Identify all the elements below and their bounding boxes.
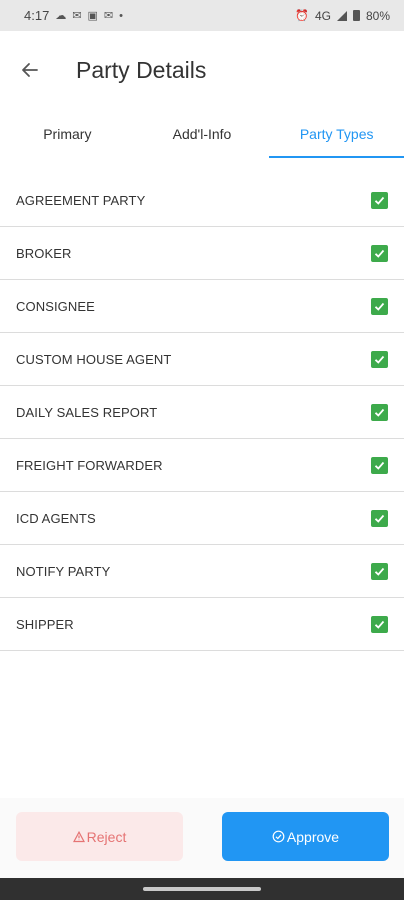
- reject-label: Reject: [86, 828, 127, 845]
- list-item[interactable]: SHIPPER: [0, 598, 404, 651]
- action-bar: Reject Approve: [0, 798, 404, 878]
- list-item[interactable]: FREIGHT FORWARDER: [0, 439, 404, 492]
- dot-icon: •: [119, 9, 124, 22]
- checkbox[interactable]: [371, 403, 388, 421]
- mail-icon: ✉: [103, 10, 114, 22]
- checkmark-icon: [374, 620, 385, 629]
- battery-level: 80%: [365, 8, 390, 23]
- list-item-label: ICD AGENTS: [16, 510, 96, 526]
- notification-icon: ☁: [55, 10, 67, 22]
- checkmark-icon: [374, 461, 385, 470]
- list-item-label: CUSTOM HOUSE AGENT: [16, 351, 172, 367]
- checkmark-icon: [374, 567, 385, 576]
- list-item-label: CONSIGNEE: [16, 298, 95, 314]
- list-item[interactable]: CONSIGNEE: [0, 280, 404, 333]
- checkmark-icon: [374, 514, 385, 523]
- warning-icon: [72, 830, 85, 843]
- list-item[interactable]: BROKER: [0, 227, 404, 280]
- checkbox[interactable]: [371, 456, 388, 474]
- checkmark-icon: [374, 408, 385, 417]
- reject-button[interactable]: Reject: [16, 812, 183, 861]
- status-right: ⏰ 4G 80%: [295, 9, 390, 23]
- network-label: 4G: [314, 8, 331, 23]
- home-indicator[interactable]: [143, 887, 261, 891]
- tab-bar: Primary Add'l-Info Party Types: [0, 109, 404, 158]
- battery-icon: [352, 10, 360, 21]
- app-header: Party Details: [0, 31, 404, 109]
- back-button[interactable]: [18, 58, 42, 82]
- checkbox[interactable]: [371, 191, 388, 209]
- signal-icon: [336, 10, 347, 21]
- page-title: Party Details: [76, 56, 207, 83]
- list-item-label: DAILY SALES REPORT: [16, 404, 158, 420]
- list-item[interactable]: NOTIFY PARTY: [0, 545, 404, 598]
- tab-addl-info[interactable]: Add'l-Info: [135, 109, 270, 158]
- checkbox[interactable]: [371, 562, 388, 580]
- list-item-label: NOTIFY PARTY: [16, 563, 111, 579]
- party-types-list: AGREEMENT PARTY BROKER CONSIGNEE CUSTOM …: [0, 174, 404, 651]
- check-circle-icon: [272, 830, 285, 843]
- list-item-label: SHIPPER: [16, 616, 74, 632]
- tab-primary[interactable]: Primary: [0, 109, 135, 158]
- checkbox[interactable]: [371, 297, 388, 315]
- list-item[interactable]: ICD AGENTS: [0, 492, 404, 545]
- list-item[interactable]: AGREEMENT PARTY: [0, 174, 404, 227]
- list-item[interactable]: DAILY SALES REPORT: [0, 386, 404, 439]
- checkbox[interactable]: [371, 509, 388, 527]
- list-item[interactable]: CUSTOM HOUSE AGENT: [0, 333, 404, 386]
- approve-label: Approve: [286, 828, 340, 845]
- checkbox[interactable]: [371, 350, 388, 368]
- checkmark-icon: [374, 302, 385, 311]
- alarm-icon: ⏰: [295, 10, 309, 22]
- linkedin-icon: ▣: [87, 10, 98, 22]
- checkmark-icon: [374, 355, 385, 364]
- list-item-label: AGREEMENT PARTY: [16, 192, 146, 208]
- checkmark-icon: [374, 249, 385, 258]
- checkbox[interactable]: [371, 244, 388, 262]
- tab-party-types[interactable]: Party Types: [269, 109, 404, 158]
- system-nav-bar: [0, 878, 404, 900]
- status-bar: 4:17 ☁ ✉ ▣ ✉ • ⏰ 4G 80%: [0, 0, 404, 31]
- arrow-left-icon: [22, 63, 38, 77]
- list-item-label: FREIGHT FORWARDER: [16, 457, 163, 473]
- checkbox[interactable]: [371, 615, 388, 633]
- status-left: 4:17 ☁ ✉ ▣ ✉ •: [24, 8, 123, 23]
- status-time: 4:17: [24, 8, 50, 23]
- approve-button[interactable]: Approve: [222, 812, 389, 861]
- list-item-label: BROKER: [16, 245, 72, 261]
- checkmark-icon: [374, 196, 385, 205]
- mail-icon: ✉: [72, 10, 82, 22]
